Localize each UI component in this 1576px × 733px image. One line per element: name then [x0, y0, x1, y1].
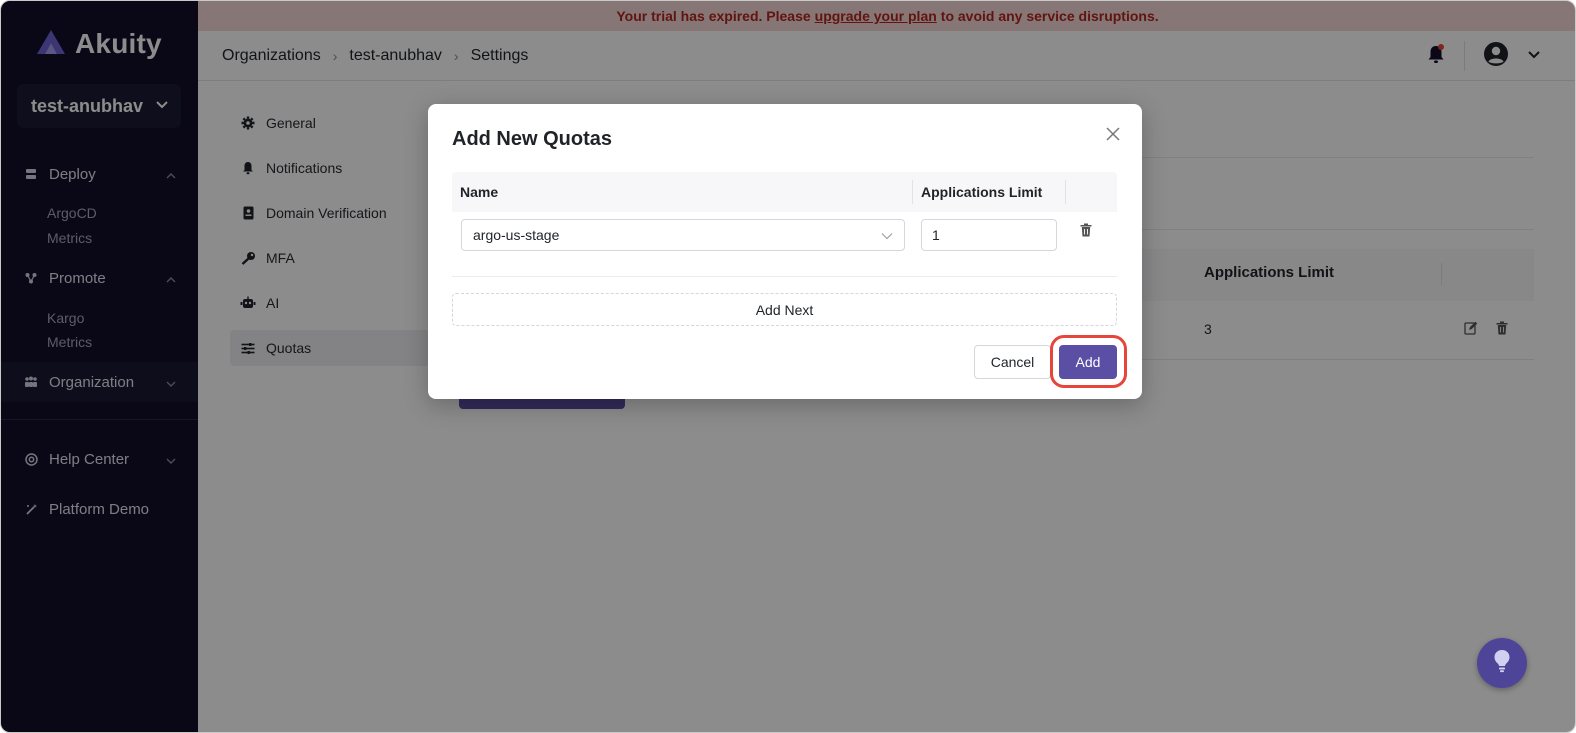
- add-button[interactable]: Add: [1059, 345, 1117, 379]
- help-fab-button[interactable]: [1477, 638, 1527, 688]
- add-quotas-modal: Add New Quotas Name Applications Limit a…: [428, 104, 1142, 399]
- cancel-button[interactable]: Cancel: [974, 345, 1051, 379]
- instance-name-select[interactable]: argo-us-stage: [461, 219, 905, 251]
- lightbulb-icon: [1493, 649, 1511, 678]
- divider: [452, 276, 1117, 277]
- applications-limit-input[interactable]: [921, 219, 1057, 251]
- trash-icon[interactable]: [1078, 222, 1094, 238]
- app-window: Akuity test-anubhav Deploy ArgoCD Metric…: [0, 0, 1576, 733]
- column-header-applications-limit: Applications Limit: [921, 184, 1043, 200]
- column-divider: [912, 180, 913, 204]
- instance-name-selected-value: argo-us-stage: [473, 227, 560, 243]
- chevron-down-icon: [881, 227, 893, 243]
- column-header-name: Name: [460, 184, 499, 200]
- column-divider: [1065, 180, 1066, 204]
- add-next-button[interactable]: Add Next: [452, 293, 1117, 326]
- close-icon[interactable]: [1103, 124, 1123, 144]
- quota-table-header: Name Applications Limit: [452, 172, 1117, 212]
- modal-title: Add New Quotas: [452, 128, 613, 150]
